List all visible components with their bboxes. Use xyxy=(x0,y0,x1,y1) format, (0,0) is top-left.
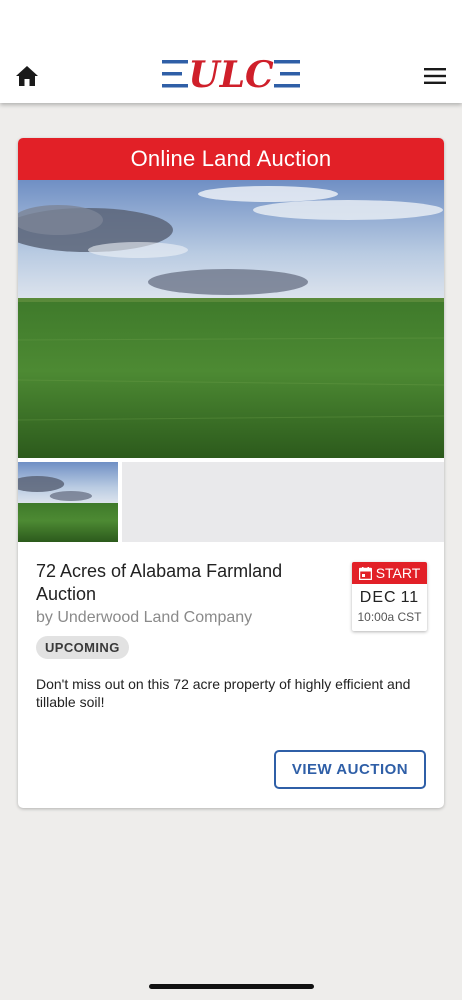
listing-details: 72 Acres of Alabama Farmland Auction by … xyxy=(18,542,444,711)
svg-text:ULC: ULC xyxy=(188,54,274,94)
start-label: START xyxy=(375,565,421,581)
view-auction-button[interactable]: VIEW AUCTION xyxy=(274,750,426,789)
start-date: DEC 11 xyxy=(352,589,427,607)
start-time: 10:00a CST xyxy=(357,610,422,624)
thumbnail-image[interactable] xyxy=(18,462,122,542)
calendar-icon xyxy=(358,566,372,580)
menu-button[interactable] xyxy=(422,64,448,88)
start-date-header: START xyxy=(352,562,427,584)
top-navigation-bar: ULC xyxy=(0,0,462,103)
thumbnail-strip xyxy=(18,458,444,542)
start-month: DEC xyxy=(359,589,397,606)
home-button[interactable] xyxy=(14,64,40,88)
listing-title[interactable]: 72 Acres of Alabama Farmland Auction xyxy=(36,560,316,606)
home-icon xyxy=(16,66,38,86)
start-date-box: START DEC 11 10:00a CST xyxy=(352,562,427,631)
auction-card[interactable]: Online Land Auction 72 Acres of Alabama … xyxy=(18,138,444,808)
status-badge: UPCOMING xyxy=(36,636,129,659)
auction-type-banner: Online Land Auction xyxy=(18,138,444,180)
hero-image[interactable] xyxy=(18,180,444,458)
home-indicator[interactable] xyxy=(149,984,314,989)
listing-description: Don't miss out on this 72 acre property … xyxy=(36,676,411,710)
start-day: 11 xyxy=(400,589,420,606)
ulc-logo[interactable]: ULC xyxy=(162,54,300,94)
hamburger-menu-icon xyxy=(424,68,446,84)
